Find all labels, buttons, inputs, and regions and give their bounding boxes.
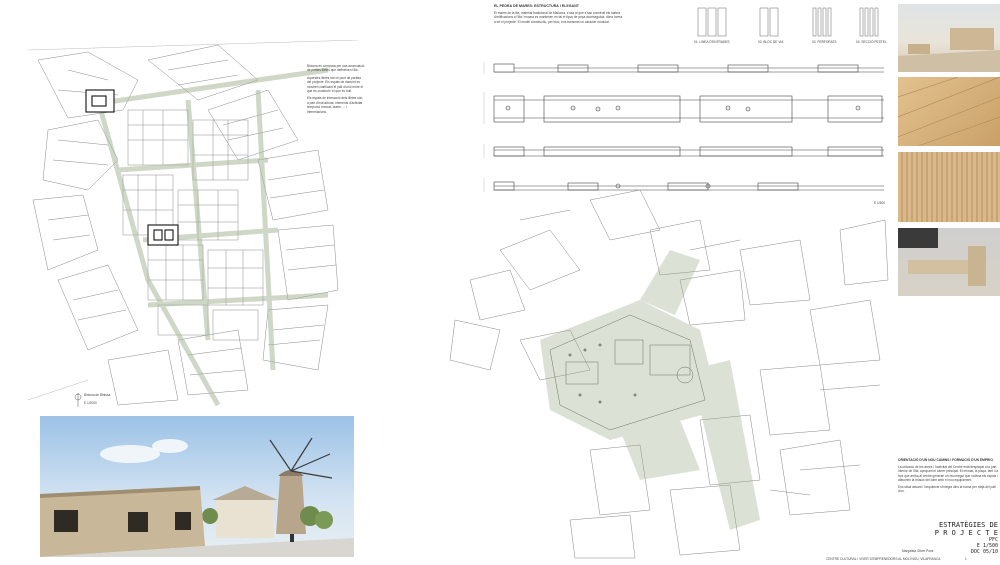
page-number: 1 [965, 557, 967, 561]
scale-value: E 1/2000 [84, 401, 97, 405]
block-label-4: 04. SECCIÓ PESTEL [856, 40, 887, 44]
plan-note-1: Biniona és composa per una acumulació de… [307, 64, 365, 73]
orientation-paragraph-2: Ens situa davant i l'arquitecte s'integr… [898, 484, 996, 494]
footer-project: CENTRE CULTURAL I VIVER D'EMPRENEDORS AL… [826, 557, 941, 561]
scale-label: Biniona de Binissa [84, 393, 111, 397]
orientation-text: ORIENTACIÓ D'UN NOU CAMINS I FORMACIÓ D'… [898, 458, 998, 493]
section-heading: EL PEDRA DE MARES: ESTRUCTURA I ELEGANT [494, 4, 579, 8]
author: Margalida Oliver Pons [902, 549, 934, 553]
photo-quarry [898, 4, 1000, 72]
plan-note-3: Els espais de interacció dels illetes só… [307, 96, 364, 114]
photo-stone-wall [898, 152, 1000, 222]
north-arrow-icon [74, 393, 82, 407]
orientation-heading: ORIENTACIÓ D'UN NOU CAMINS I FORMACIÓ D'… [898, 458, 993, 462]
block-label-2: 02. BLOC DE VIA [758, 40, 784, 44]
plan-notes: Biniona és composa per una acumulació de… [307, 64, 365, 114]
plan-note-2: Aquestes illetes són el punt de partida … [307, 75, 364, 94]
render-image [40, 416, 354, 557]
title-line-2: P R O J E C T E [934, 529, 998, 537]
orientation-paragraph: La ubicació de les àrees i l'activitat d… [898, 465, 998, 483]
block-label-1: 01. LINEA D'ENTRADES [694, 40, 730, 44]
section-paragraph: El mares de la illa, material tradiciona… [494, 11, 623, 24]
scale-marker-left: Biniona de Binissa E 1/2000 [74, 392, 110, 413]
title-line-1: ESTRATÈGIES DE [938, 521, 998, 529]
block-label-3: 03. PERFORATS [812, 40, 837, 44]
photo-stone-floor [898, 77, 1000, 146]
photo-stone-bench [898, 228, 1000, 296]
site-plan-right [449, 190, 889, 559]
section-strips [483, 62, 884, 192]
section-text: EL PEDRA DE MARES: ESTRUCTURA I ELEGANT … [494, 4, 624, 24]
